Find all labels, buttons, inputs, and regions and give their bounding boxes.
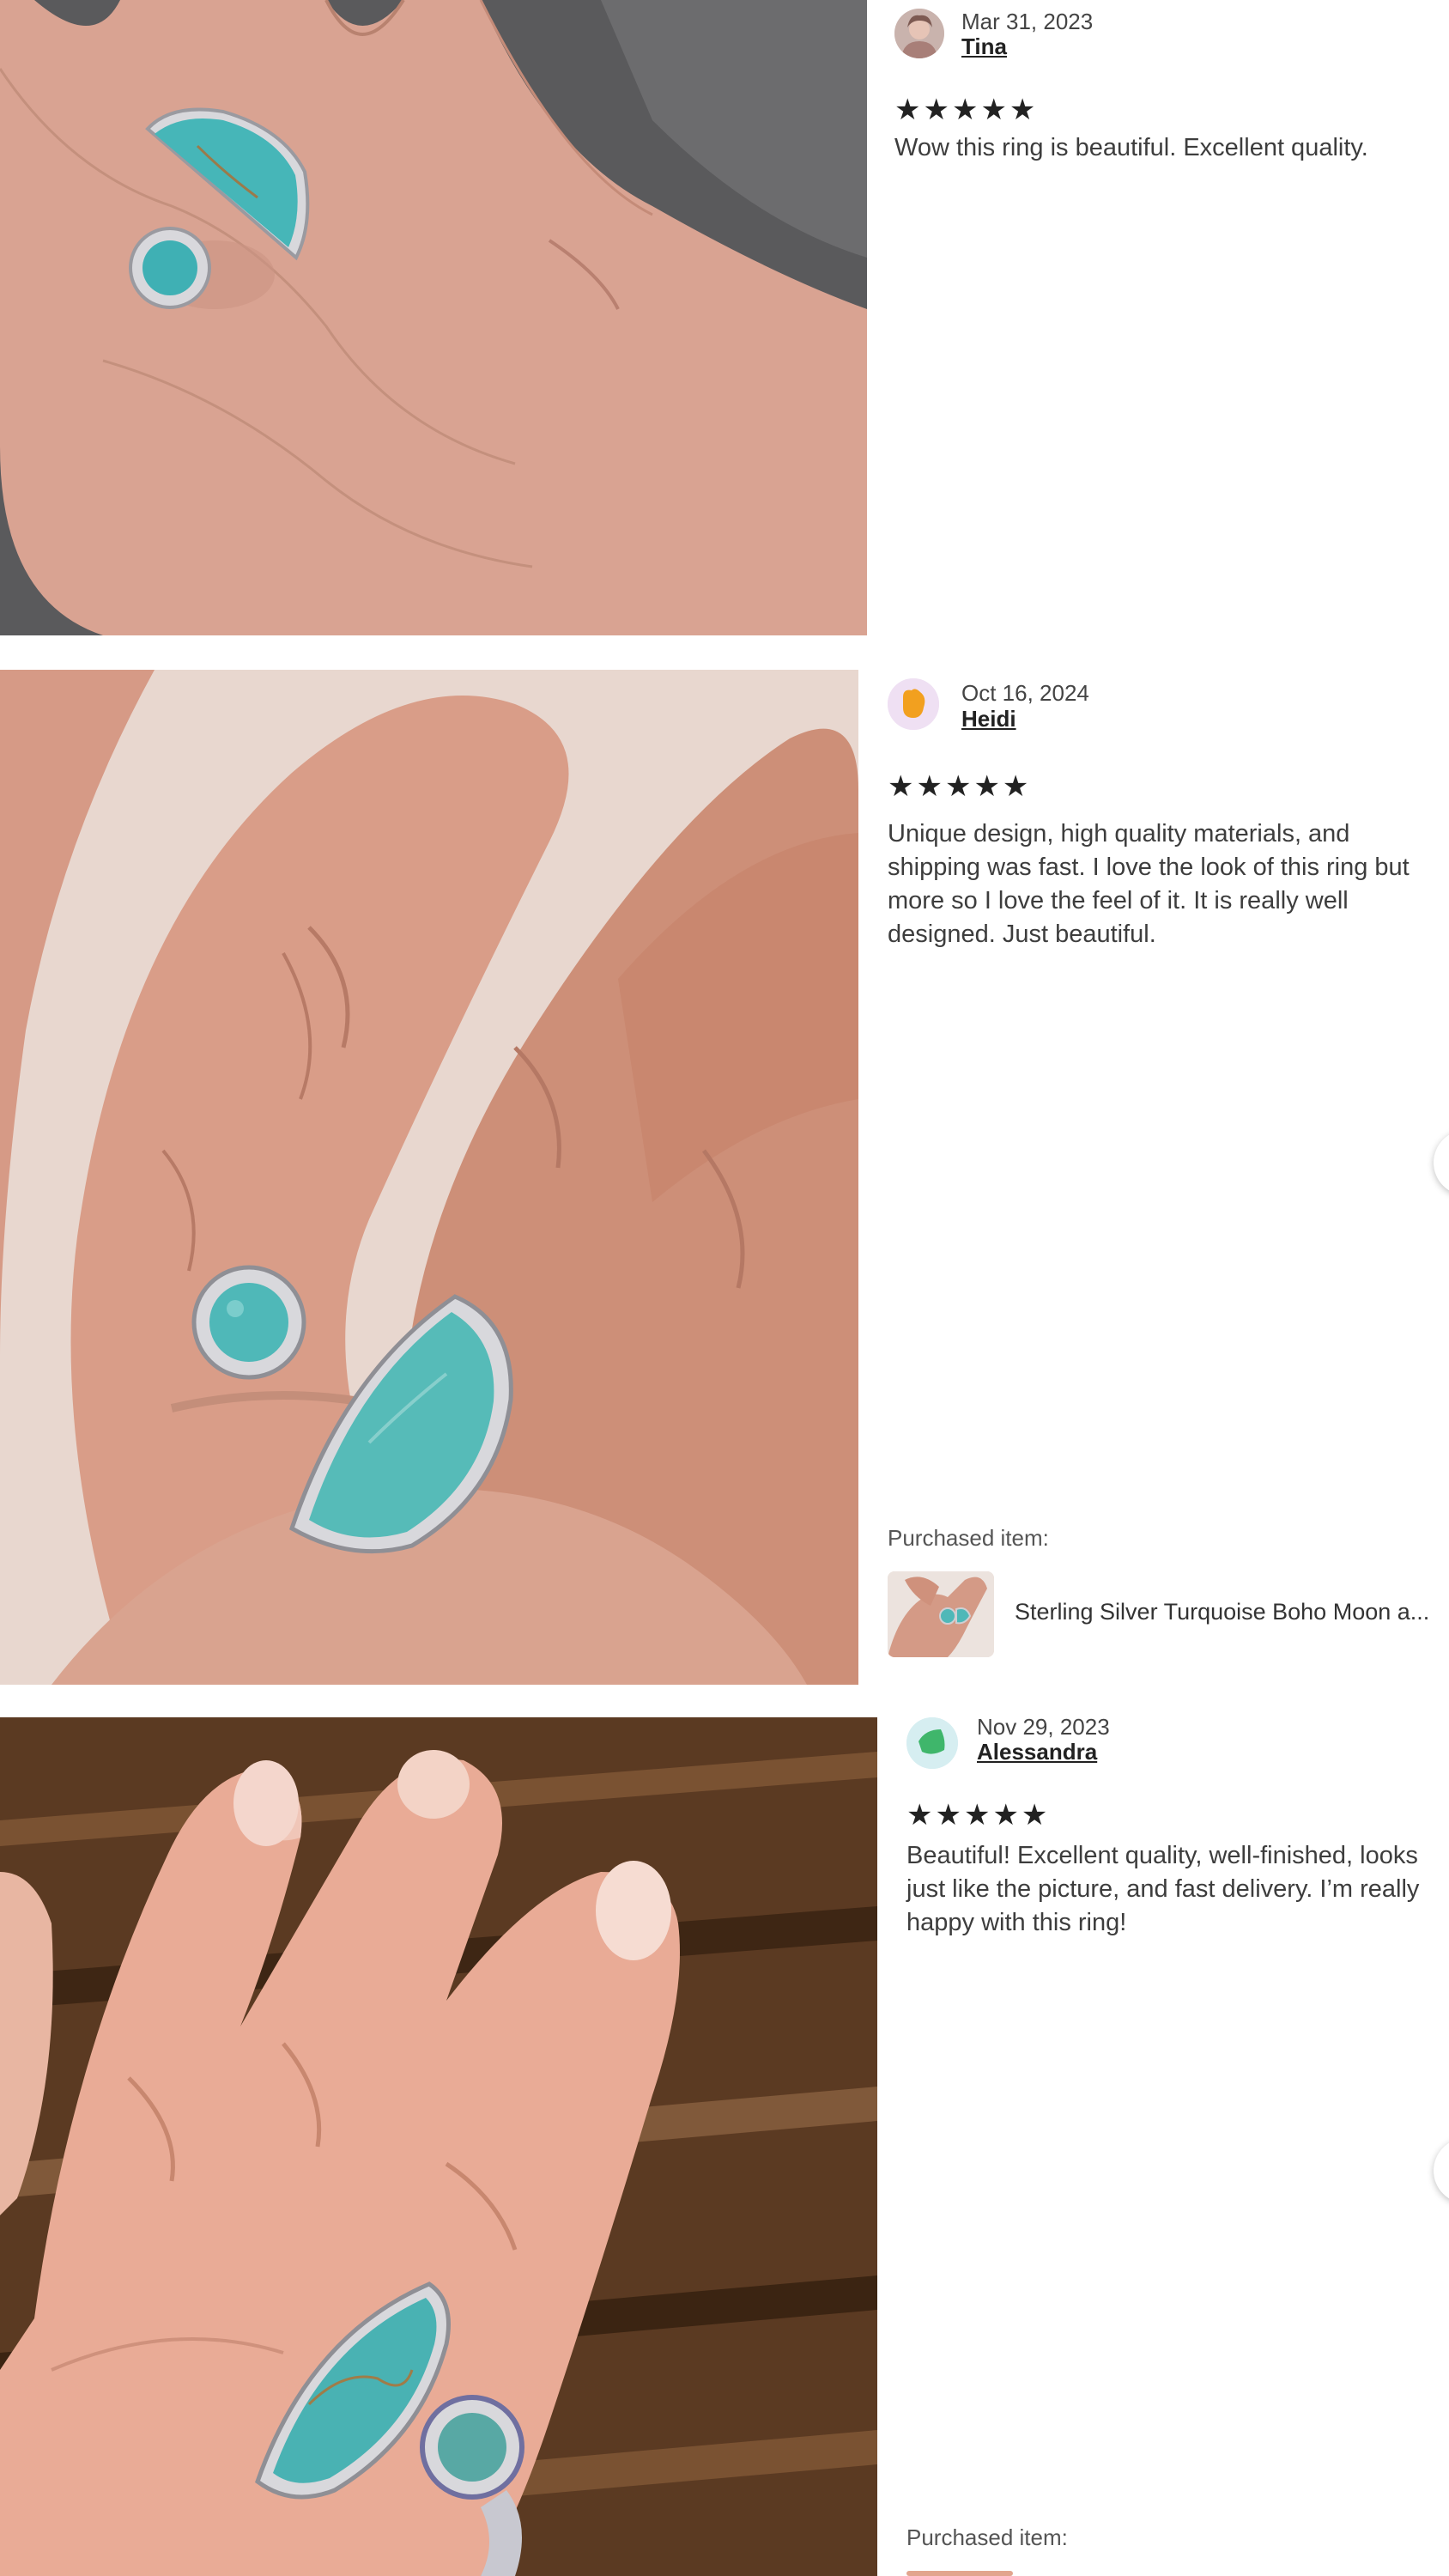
review-text: Wow this ring is beautiful. Excellent qu… [894,134,1368,161]
review-text: Beautiful! Excellent quality, well-finis… [906,1842,1420,1936]
review-text: Unique design, high quality materials, a… [888,820,1410,948]
purchased-item-thumbnail [888,1571,994,1657]
star-rating: ★★★★★ [888,770,1032,803]
star-rating: ★★★★★ [906,1799,1051,1832]
reviewer-avatar[interactable] [888,678,939,730]
review-photo[interactable] [0,670,858,1685]
review-details: Mar 31, 2023 Tina ★★★★★ Wow this ring is… [894,9,1427,627]
reviewer-avatar[interactable] [906,1717,958,1769]
purchased-item-title: Sterling Silver Turquoise Boho Moon a... [1015,1599,1430,1625]
reviewer-name-link[interactable]: Heidi [961,706,1016,732]
review-card: Nov 29, 2023 Alessandra ★★★★★ Beautiful!… [0,1714,1449,2576]
reviewer-name-link[interactable]: Alessandra [977,1739,1097,1765]
review-photo[interactable] [0,0,867,635]
purchased-item-label: Purchased item: [888,1525,1049,1551]
reviewer-name-link[interactable]: Tina [961,33,1007,60]
review-details: Oct 16, 2024 Heidi ★★★★★ Unique design, … [888,678,1437,1683]
purchased-item-label: Purchased item: [906,2524,1068,2550]
review-date: Oct 16, 2024 [961,680,1089,706]
purchased-item-link[interactable]: Sterling Silver Turquoise Boho Moon a... [888,1571,1437,1657]
review-photo[interactable] [0,1717,877,2576]
review-card: Mar 31, 2023 Tina ★★★★★ Wow this ring is… [0,0,1449,635]
star-rating: ★★★★★ [894,94,1039,126]
reviewer-avatar[interactable] [894,9,944,58]
review-card: Oct 16, 2024 Heidi ★★★★★ Unique design, … [0,670,1449,1685]
review-date: Mar 31, 2023 [961,9,1094,34]
review-details: Nov 29, 2023 Alessandra ★★★★★ Beautiful!… [906,1714,1439,2576]
review-date: Nov 29, 2023 [977,1714,1110,1740]
purchased-item-thumbnail[interactable] [906,2571,1013,2576]
